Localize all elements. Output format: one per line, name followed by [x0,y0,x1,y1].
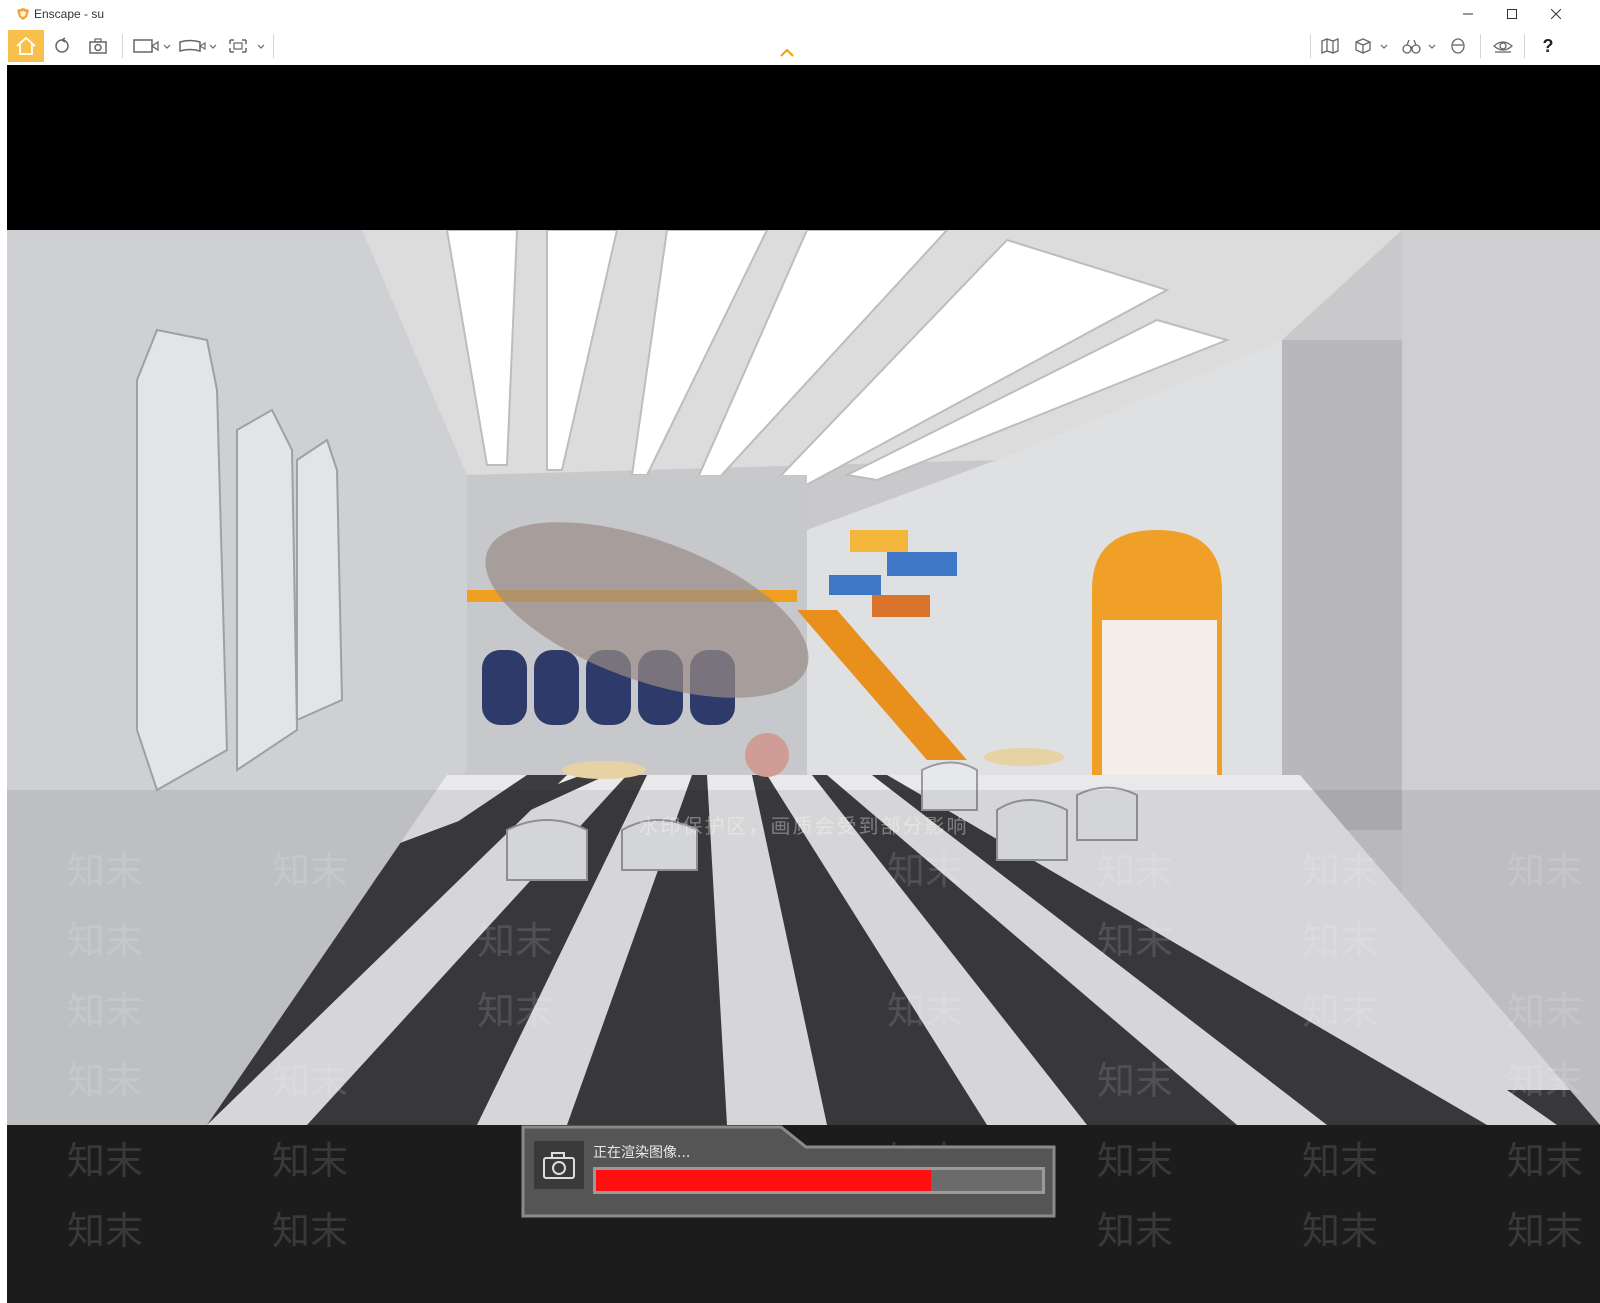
home-button[interactable] [8,30,44,62]
view-cube-icon [1355,38,1388,54]
rendered-scene-image [7,230,1600,1125]
map-icon [1321,38,1339,54]
batch-render-dropdown[interactable] [224,30,268,62]
render-panorama-dropdown[interactable] [176,30,220,62]
help-button[interactable]: ? [1536,30,1560,62]
progress-label: 正在渲染图像... [593,1145,691,1161]
watermark-text: 知末 [272,1139,349,1183]
toolbar-separator [1524,34,1525,58]
watermark-text: 知末 [1097,1209,1174,1253]
home-icon [16,36,36,55]
watermark-text: 知末 [1507,1139,1584,1183]
progress-bar-fill [596,1170,931,1191]
screenshot-button[interactable] [86,30,110,62]
binoculars-dropdown[interactable] [1400,30,1440,62]
toolbar-separator [1480,34,1481,58]
close-button[interactable] [1534,0,1578,28]
refresh-button[interactable] [50,30,74,62]
avatar-icon [1451,38,1465,54]
camera-icon [543,1152,575,1179]
window-title: Enscape - su [34,7,105,21]
render-viewport[interactable]: 水印保护区，画质会受到部分影响 知末 知末 知末 知末 知末 知末 知末 知末 … [7,65,1600,1303]
watermark-text: 知末 [1302,1209,1379,1253]
toolbar-separator [122,34,123,58]
collapse-toolbar-icon[interactable] [779,48,795,58]
binoculars-icon [1402,39,1436,54]
render-video-icon [133,39,171,53]
visibility-button[interactable] [1490,30,1516,62]
title-bar: Enscape - su [6,0,1600,28]
progress-bar [593,1167,1045,1194]
batch-render-icon [229,39,265,53]
watermark-text: 知末 [67,1209,144,1253]
render-video-dropdown[interactable] [130,30,174,62]
map-button[interactable] [1318,30,1342,62]
enscape-window: Enscape - su ? 水印保护区，画质会受到部分影响 知末 知末 知末 … [6,0,1600,1303]
refresh-icon [55,37,69,53]
watermark-text: 知末 [1302,1139,1379,1183]
toolbar-separator [273,34,274,58]
watermark-text: 知末 [1097,1139,1174,1183]
screenshot-icon [89,38,107,54]
watermark-text: 知末 [272,1209,349,1253]
render-panorama-icon [179,39,217,53]
maximize-icon [1507,9,1517,19]
toolbar-separator [1310,34,1311,58]
view-cube-dropdown[interactable] [1352,30,1392,62]
minimize-icon [1463,13,1473,15]
watermark-caption: 水印保护区，画质会受到部分影响 [638,814,969,838]
maximize-button[interactable] [1490,0,1534,28]
watermark-text: 知末 [1507,1209,1584,1253]
toolbar: ? [6,28,1600,65]
watermark-text: 知末 [67,1139,144,1183]
close-icon [1551,9,1561,19]
visibility-icon [1493,41,1513,53]
minimize-button[interactable] [1446,0,1490,28]
render-progress-panel: 正在渲染图像... [521,1125,1056,1218]
camera-box [533,1140,585,1190]
enscape-logo-icon [17,8,29,20]
avatar-button[interactable] [1446,30,1470,62]
